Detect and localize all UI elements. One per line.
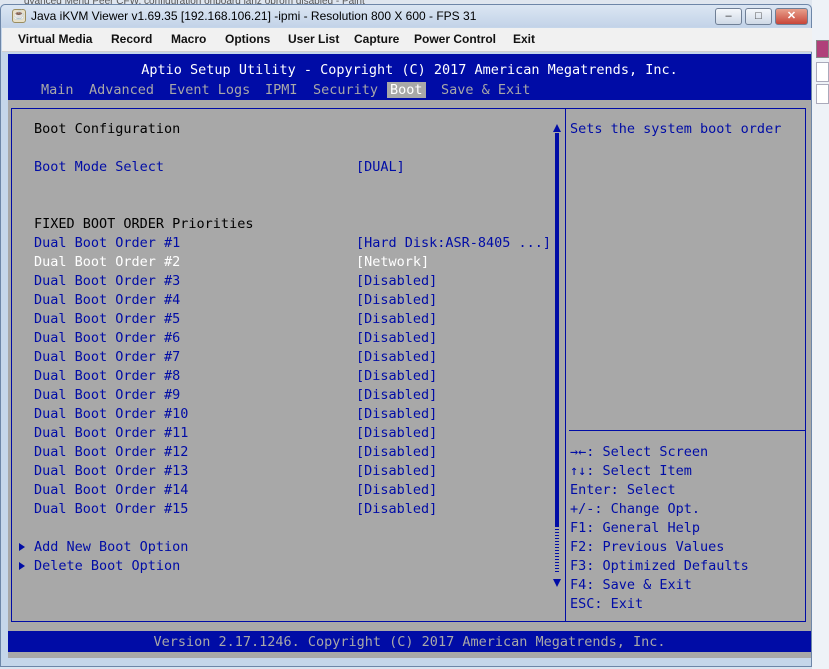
bios-screen[interactable]: Aptio Setup Utility - Copyright (C) 2017… [8,54,811,658]
boot-mode-label[interactable]: Boot Mode Select [34,159,164,175]
boot-order-label[interactable]: Dual Boot Order #6 [34,330,180,346]
close-button[interactable]: ✕ [775,8,808,25]
boot-order-label[interactable]: Dual Boot Order #9 [34,387,180,403]
menu-record[interactable]: Record [111,32,152,46]
boot-order-label[interactable]: Dual Boot Order #7 [34,349,180,365]
boot-mode-value[interactable]: [DUAL] [356,159,405,175]
key-help-f2: F2: Previous Values [570,539,725,555]
menu-options[interactable]: Options [225,32,270,46]
bios-header-title: Aptio Setup Utility - Copyright (C) 2017… [141,62,678,78]
help-divider [569,430,805,431]
boot-order-value[interactable]: [Disabled] [356,425,437,441]
window-title: Java iKVM Viewer v1.69.35 [192.168.106.2… [31,9,477,23]
key-help-f1: F1: General Help [570,520,701,536]
scroll-down-icon[interactable] [553,579,561,587]
scroll-up-icon[interactable] [553,124,561,132]
key-help-f3: F3: Optimized Defaults [570,558,749,574]
section-title: Boot Configuration [34,121,181,137]
background-panel-box [816,84,829,104]
ikvm-window: ☕ Java iKVM Viewer v1.69.35 [192.168.106… [0,4,812,667]
menu-exit[interactable]: Exit [513,32,535,46]
java-app-icon[interactable]: ☕ [12,9,26,23]
tab-event-logs[interactable]: Event Logs [169,82,250,98]
boot-order-value[interactable]: [Disabled] [356,463,437,479]
panel-divider [565,109,566,621]
maximize-button[interactable]: □ [745,8,772,25]
title-bar[interactable]: ☕ Java iKVM Viewer v1.69.35 [192.168.106… [1,5,811,27]
boot-order-value[interactable]: [Disabled] [356,368,437,384]
boot-order-label[interactable]: Dual Boot Order #15 [34,501,188,517]
boot-order-value[interactable]: [Hard Disk:ASR-8405 ...] [356,235,551,251]
boot-order-value[interactable]: [Disabled] [356,387,437,403]
help-text: Sets the system boot order [570,121,782,137]
delete-boot-option[interactable]: Delete Boot Option [34,558,180,574]
key-help-f4: F4: Save & Exit [570,577,692,593]
background-desktop [812,0,829,669]
boot-order-value[interactable]: [Disabled] [356,501,437,517]
boot-order-label[interactable]: Dual Boot Order #2 [34,254,180,270]
scrollbar-thumb[interactable] [555,526,559,574]
menu-power-control[interactable]: Power Control [414,32,496,46]
boot-order-label[interactable]: Dual Boot Order #1 [34,235,180,251]
boot-order-value[interactable]: [Disabled] [356,273,437,289]
key-help-select-item: ↑↓: Select Item [570,463,692,479]
bios-header: Aptio Setup Utility - Copyright (C) 2017… [8,54,811,100]
key-help-select-screen: →←: Select Screen [570,444,709,460]
boot-order-value[interactable]: [Disabled] [356,349,437,365]
boot-order-value[interactable]: [Disabled] [356,292,437,308]
fixed-order-title: FIXED BOOT ORDER Priorities [34,216,254,232]
boot-order-value[interactable]: [Disabled] [356,406,437,422]
background-panel-box [816,62,829,82]
menu-virtual-media[interactable]: Virtual Media [18,32,92,46]
submenu-arrow-icon [19,562,25,570]
menu-capture[interactable]: Capture [354,32,399,46]
minimize-button[interactable]: – [715,8,742,25]
key-help-enter: Enter: Select [570,482,676,498]
tab-boot[interactable]: Boot [387,82,426,98]
boot-order-label[interactable]: Dual Boot Order #14 [34,482,188,498]
boot-order-label[interactable]: Dual Boot Order #5 [34,311,180,327]
bios-footer: Version 2.17.1246. Copyright (C) 2017 Am… [8,631,811,652]
add-boot-option[interactable]: Add New Boot Option [34,539,188,555]
submenu-arrow-icon [19,543,25,551]
background-color-swatch [816,40,829,58]
boot-order-value[interactable]: [Disabled] [356,444,437,460]
key-help-change-opt: +/-: Change Opt. [570,501,701,517]
tab-security[interactable]: Security [313,82,378,98]
boot-order-label[interactable]: Dual Boot Order #12 [34,444,188,460]
boot-order-label[interactable]: Dual Boot Order #3 [34,273,180,289]
menu-bar: Virtual Media Record Macro Options User … [2,28,812,52]
boot-order-value[interactable]: [Disabled] [356,482,437,498]
boot-order-label[interactable]: Dual Boot Order #10 [34,406,188,422]
boot-order-value[interactable]: [Network] [356,254,429,270]
footer-version-text: Version 2.17.1246. Copyright (C) 2017 Am… [153,634,666,650]
boot-order-label[interactable]: Dual Boot Order #13 [34,463,188,479]
menu-user-list[interactable]: User List [288,32,339,46]
boot-order-label[interactable]: Dual Boot Order #4 [34,292,180,308]
scrollbar-track[interactable] [555,133,559,526]
menu-macro[interactable]: Macro [171,32,206,46]
key-help-esc: ESC: Exit [570,596,644,612]
boot-order-value[interactable]: [Disabled] [356,311,437,327]
tab-save-exit[interactable]: Save & Exit [441,82,530,98]
tab-main[interactable]: Main [41,82,74,98]
tab-ipmi[interactable]: IPMI [265,82,298,98]
boot-order-label[interactable]: Dual Boot Order #8 [34,368,180,384]
boot-order-value[interactable]: [Disabled] [356,330,437,346]
tab-advanced[interactable]: Advanced [89,82,154,98]
boot-order-label[interactable]: Dual Boot Order #11 [34,425,188,441]
